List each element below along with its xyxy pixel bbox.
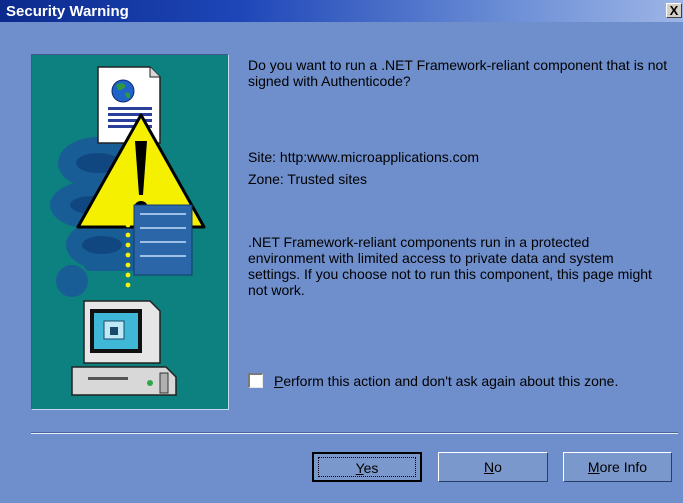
explanation-text: .NET Framework-reliant components run in… [248,234,652,298]
dont-ask-again-checkbox[interactable] [248,373,263,388]
separator [31,432,678,434]
security-question: Do you want to run a .NET Framework-reli… [248,57,668,89]
cabinet-shape [133,204,193,276]
illustration-icon [50,66,206,396]
yes-button[interactable]: Yes [312,452,422,482]
dont-ask-again-label[interactable]: Perform this action and don't ask again … [274,373,618,389]
no-label: o [494,459,502,475]
more-info-label: ore Info [599,459,648,475]
no-mnemonic: N [484,459,495,475]
site-label: Site: http:www.microapplications.com [248,149,480,165]
yes-button-focus: Yes [318,457,416,477]
zone-label: Zone: Trusted sites [248,171,368,187]
dialog-title: Security Warning [6,3,129,20]
more-info-button[interactable]: More Info [563,452,672,482]
checkbox-label-mnemonic: P [274,373,284,389]
no-button[interactable]: No [438,452,548,482]
yes-mnemonic: Y [355,460,364,476]
computer-icon [71,300,177,396]
more-info-mnemonic: M [587,459,600,475]
globe-icon [111,79,135,103]
security-warning-dialog: Security Warning X Do you want to run a … [0,0,683,503]
yes-label: es [363,460,379,476]
title-bar[interactable]: Security Warning X [0,0,683,22]
security-warning-illustration [31,54,229,410]
close-button[interactable]: X [666,3,682,18]
checkbox-label-text: erform this action and don't ask again a… [283,373,619,389]
